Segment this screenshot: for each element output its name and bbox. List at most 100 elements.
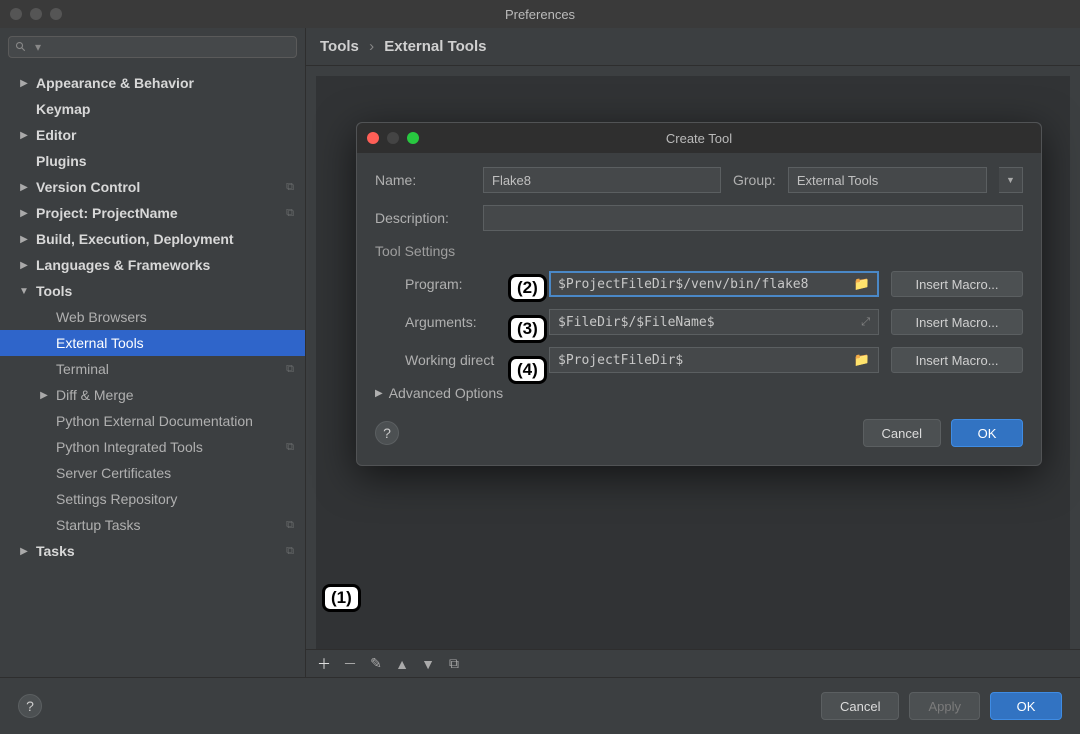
sidebar-item-label: Editor: [36, 127, 76, 143]
group-label: Group:: [733, 172, 776, 188]
description-label: Description:: [375, 210, 471, 226]
help-button[interactable]: ?: [375, 421, 399, 445]
sidebar-item-label: Web Browsers: [56, 309, 147, 325]
folder-icon[interactable]: 📁: [854, 353, 870, 368]
sidebar-item[interactable]: ▶Settings Repository: [0, 486, 305, 512]
sidebar-item[interactable]: ▶ Editor: [0, 122, 305, 148]
sidebar-item-label: Languages & Frameworks: [36, 257, 210, 273]
sidebar-item[interactable]: ▶Version Control⧉: [0, 174, 305, 200]
group-select[interactable]: External Tools: [788, 167, 987, 193]
sidebar-item[interactable]: ▶Appearance & Behavior: [0, 70, 305, 96]
create-tool-dialog: Create Tool Name: Flake8 Group: External…: [356, 122, 1042, 466]
add-tool-button[interactable]: ＋: [314, 654, 334, 674]
cancel-button[interactable]: Cancel: [821, 692, 899, 720]
dialog-titlebar: Create Tool: [357, 123, 1041, 153]
sidebar-item[interactable]: ▶Web Browsers: [0, 304, 305, 330]
preferences-tree[interactable]: ▶Appearance & Behavior▶Keymap▶Editor▶Plu…: [0, 66, 305, 677]
description-input[interactable]: [483, 205, 1023, 231]
insert-macro-button[interactable]: Insert Macro...: [891, 347, 1023, 373]
sidebar-item-label: External Tools: [56, 335, 144, 351]
minimize-icon[interactable]: [30, 8, 42, 20]
preferences-sidebar: ▾ ▶Appearance & Behavior▶Keymap▶Editor▶P…: [0, 28, 306, 677]
rollup-icon: ⧉: [283, 180, 297, 194]
rollup-icon: ⧉: [283, 544, 297, 558]
sidebar-item[interactable]: ▶Server Certificates: [0, 460, 305, 486]
sidebar-item-label: Build, Execution, Deployment: [36, 231, 234, 247]
dialog-ok-button[interactable]: OK: [951, 419, 1023, 447]
sidebar-item-label: Plugins: [36, 153, 87, 169]
chevron-down-icon[interactable]: ▼: [999, 167, 1023, 193]
move-down-button[interactable]: ▼: [418, 654, 438, 674]
expand-icon[interactable]: ⤢: [861, 315, 870, 329]
sidebar-item[interactable]: ▶ Languages & Frameworks: [0, 252, 305, 278]
help-button[interactable]: ?: [18, 694, 42, 718]
sidebar-item-label: Server Certificates: [56, 465, 171, 481]
fullscreen-icon[interactable]: [50, 8, 62, 20]
ok-button[interactable]: OK: [990, 692, 1062, 720]
working-dir-value: $ProjectFileDir$: [558, 353, 683, 368]
insert-macro-button[interactable]: Insert Macro...: [891, 271, 1023, 297]
advanced-options-toggle[interactable]: ▶ Advanced Options: [375, 385, 1023, 401]
sidebar-item[interactable]: ▶Python External Documentation: [0, 408, 305, 434]
chevron-right-icon: ▶: [375, 388, 383, 399]
sidebar-item-label: Diff & Merge: [56, 387, 134, 403]
sidebar-item[interactable]: ▶Python Integrated Tools⧉: [0, 434, 305, 460]
edit-tool-button[interactable]: ✎: [366, 654, 386, 674]
annotation-3: (3): [508, 315, 547, 343]
group-value: External Tools: [797, 173, 878, 188]
sidebar-item[interactable]: ▶ Build, Execution, Deployment: [0, 226, 305, 252]
sidebar-item[interactable]: ▶Tasks⧉: [0, 538, 305, 564]
sidebar-item[interactable]: ▶ Project: ProjectName ⧉: [0, 200, 305, 226]
sidebar-item[interactable]: ▶Plugins: [0, 148, 305, 174]
sidebar-item[interactable]: ▶External Tools: [0, 330, 305, 356]
tool-list-toolbar: ＋ － ✎ ▲ ▼ ⧉: [306, 649, 1080, 677]
close-icon[interactable]: [10, 8, 22, 20]
search-input[interactable]: ▾: [8, 36, 297, 58]
move-up-button[interactable]: ▲: [392, 654, 412, 674]
titlebar: Preferences: [0, 0, 1080, 28]
advanced-options-label: Advanced Options: [389, 385, 503, 401]
sidebar-item[interactable]: ▶Startup Tasks⧉: [0, 512, 305, 538]
dialog-cancel-button[interactable]: Cancel: [863, 419, 941, 447]
insert-macro-button[interactable]: Insert Macro...: [891, 309, 1023, 335]
sidebar-item-label: Project: ProjectName: [36, 205, 178, 221]
sidebar-item-label: Appearance & Behavior: [36, 75, 194, 91]
chevron-right-icon: ▶: [18, 182, 30, 193]
dialog-title: Create Tool: [357, 131, 1041, 146]
arguments-value: $FileDir$/$FileName$: [558, 315, 715, 330]
sidebar-item-label: Tasks: [36, 543, 75, 559]
sidebar-item[interactable]: ▶Terminal⧉: [0, 356, 305, 382]
program-value: $ProjectFileDir$/venv/bin/flake8: [558, 277, 808, 292]
name-label: Name:: [375, 172, 471, 188]
chevron-right-icon: ▶: [18, 260, 30, 271]
rollup-icon: ⧉: [283, 206, 297, 220]
chevron-right-icon: ▶: [38, 390, 50, 401]
chevron-right-icon: ›: [363, 38, 380, 55]
rollup-icon: ⧉: [283, 518, 297, 532]
name-value: Flake8: [492, 173, 531, 188]
rollup-icon: ⧉: [283, 440, 297, 454]
arguments-input[interactable]: $FileDir$/$FileName$ ⤢: [549, 309, 879, 335]
annotation-1: (1): [322, 584, 361, 612]
working-dir-input[interactable]: $ProjectFileDir$ 📁: [549, 347, 879, 373]
program-input[interactable]: $ProjectFileDir$/venv/bin/flake8 📁: [549, 271, 879, 297]
chevron-right-icon: ▶: [18, 130, 30, 141]
sidebar-item-label: Keymap: [36, 101, 90, 117]
chevron-down-icon: ▼: [18, 286, 30, 297]
breadcrumb-leaf: External Tools: [384, 38, 486, 55]
remove-tool-button[interactable]: －: [340, 654, 360, 674]
name-input[interactable]: Flake8: [483, 167, 721, 193]
folder-icon[interactable]: 📁: [854, 277, 870, 292]
copy-tool-button[interactable]: ⧉: [444, 654, 464, 674]
apply-button[interactable]: Apply: [909, 692, 980, 720]
chevron-right-icon: ▶: [18, 234, 30, 245]
sidebar-item-label: Python External Documentation: [56, 413, 253, 429]
sidebar-item[interactable]: ▶Keymap: [0, 96, 305, 122]
rollup-icon: ⧉: [283, 362, 297, 376]
sidebar-item-label: Terminal: [56, 361, 109, 377]
annotation-2: (2): [508, 274, 547, 302]
sidebar-item[interactable]: ▼Tools: [0, 278, 305, 304]
sidebar-item[interactable]: ▶ Diff & Merge: [0, 382, 305, 408]
chevron-right-icon: ▶: [18, 208, 30, 219]
tool-settings-heading: Tool Settings: [375, 243, 1023, 259]
